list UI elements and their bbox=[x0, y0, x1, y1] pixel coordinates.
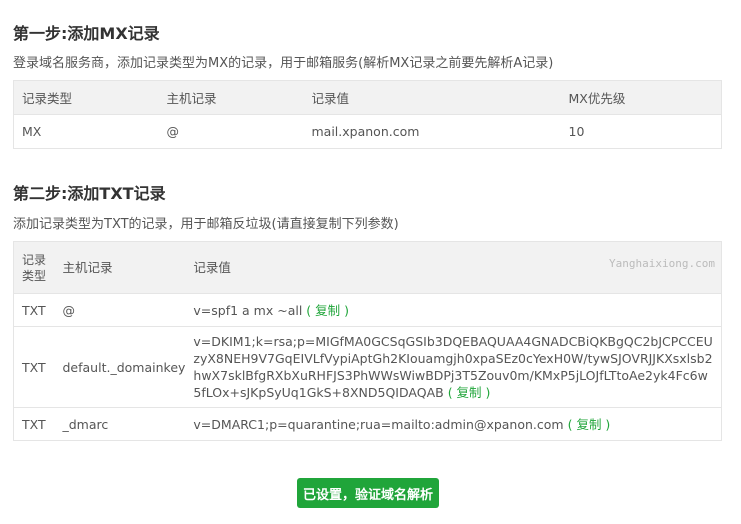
cell-host: default._domainkey bbox=[54, 326, 186, 408]
txt-record-table: 记录类型 主机记录 记录值 Yanghaixiong.com TXT @ v=s… bbox=[13, 241, 722, 441]
cell-type: TXT bbox=[13, 407, 55, 441]
col-host-record: 主机记录 bbox=[54, 241, 186, 294]
table-row: TXT @ v=spf1 a mx ~all ( 复制 ) bbox=[13, 293, 722, 327]
verify-domain-button[interactable]: 已设置，验证域名解析 bbox=[297, 478, 439, 508]
step1-description: 登录域名服务商，添加记录类型为MX的记录，用于邮箱服务(解析MX记录之前要先解析… bbox=[13, 56, 554, 71]
cell-host: _dmarc bbox=[54, 407, 186, 441]
cell-host: @ bbox=[158, 114, 304, 149]
record-value-text: v=DMARC1;p=quarantine;rua=mailto:admin@x… bbox=[193, 416, 564, 432]
table-header-row: 记录类型 主机记录 记录值 MX优先级 bbox=[13, 80, 722, 115]
col-host-record: 主机记录 bbox=[158, 80, 304, 115]
cell-host: @ bbox=[54, 293, 186, 327]
cell-priority: 10 bbox=[560, 114, 722, 149]
table-header-row: 记录类型 主机记录 记录值 Yanghaixiong.com bbox=[13, 241, 722, 294]
col-record-value: 记录值 bbox=[303, 80, 561, 115]
cell-type: MX bbox=[13, 114, 159, 149]
cell-value: v=spf1 a mx ~all ( 复制 ) bbox=[185, 293, 722, 327]
table-row: TXT _dmarc v=DMARC1;p=quarantine;rua=mai… bbox=[13, 407, 722, 441]
col-record-value: 记录值 Yanghaixiong.com bbox=[185, 241, 722, 294]
step1-title: 第一步:添加MX记录 bbox=[13, 24, 160, 43]
col-record-type: 记录类型 bbox=[13, 80, 159, 115]
cell-type: TXT bbox=[13, 293, 55, 327]
table-row: TXT default._domainkey v=DKIM1;k=rsa;p=M… bbox=[13, 326, 722, 408]
cell-value: v=DMARC1;p=quarantine;rua=mailto:admin@x… bbox=[185, 407, 722, 441]
cell-value: v=DKIM1;k=rsa;p=MIGfMA0GCSqGSIb3DQEBAQUA… bbox=[185, 326, 722, 408]
watermark: Yanghaixiong.com bbox=[609, 257, 715, 270]
copy-dkim-button[interactable]: ( 复制 ) bbox=[448, 385, 491, 400]
col-record-type: 记录类型 bbox=[13, 241, 55, 294]
col-mx-priority: MX优先级 bbox=[560, 80, 722, 115]
copy-dmarc-button[interactable]: ( 复制 ) bbox=[568, 417, 611, 432]
cell-type: TXT bbox=[13, 326, 55, 408]
step2-description: 添加记录类型为TXT的记录，用于邮箱反垃圾(请直接复制下列参数) bbox=[13, 217, 399, 232]
table-row: MX @ mail.xpanon.com 10 bbox=[13, 114, 722, 149]
copy-spf-button[interactable]: ( 复制 ) bbox=[306, 303, 349, 318]
record-value-text: v=spf1 a mx ~all bbox=[193, 302, 303, 318]
step2-title: 第二步:添加TXT记录 bbox=[13, 184, 166, 203]
cell-value: mail.xpanon.com bbox=[303, 114, 561, 149]
mx-record-table: 记录类型 主机记录 记录值 MX优先级 MX @ mail.xpanon.com… bbox=[13, 80, 722, 149]
